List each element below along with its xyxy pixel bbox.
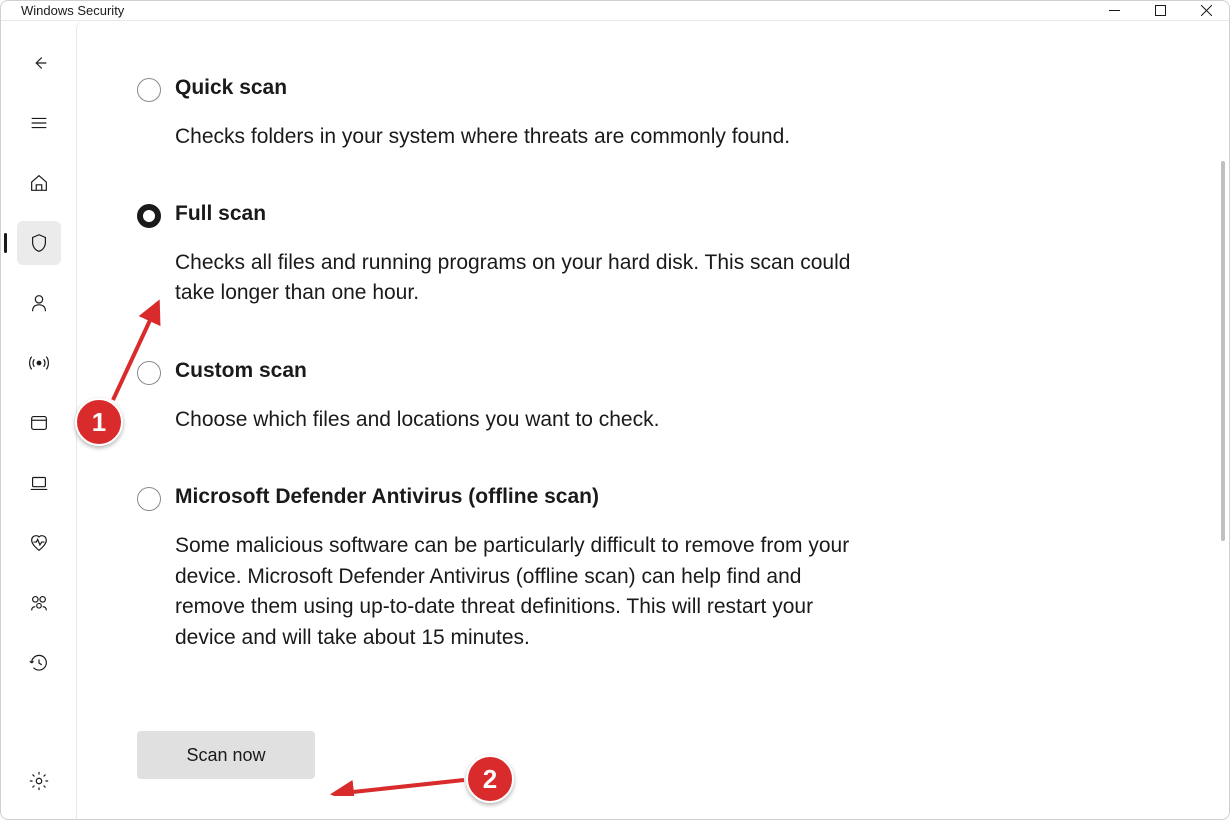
option-title: Quick scan	[175, 76, 867, 100]
scrollbar-thumb[interactable]	[1221, 161, 1225, 541]
sidebar-device-performance[interactable]	[17, 521, 61, 565]
sidebar-settings[interactable]	[17, 759, 61, 803]
option-desc: Choose which files and locations you wan…	[175, 405, 867, 435]
sidebar-family-options[interactable]	[17, 581, 61, 625]
sidebar-menu-button[interactable]	[17, 101, 61, 145]
arrow-left-icon	[28, 52, 50, 74]
sidebar	[1, 21, 76, 820]
home-icon	[28, 172, 50, 194]
maximize-icon	[1155, 5, 1166, 16]
close-button[interactable]	[1183, 1, 1229, 20]
radio-quick-scan[interactable]	[137, 78, 161, 102]
option-title: Full scan	[175, 202, 867, 226]
option-desc: Checks all files and running programs on…	[175, 248, 867, 309]
gear-icon	[28, 770, 50, 792]
person-icon	[28, 292, 50, 314]
hamburger-icon	[28, 112, 50, 134]
scrollbar[interactable]	[1221, 121, 1227, 720]
sidebar-device-security[interactable]	[17, 461, 61, 505]
scan-option-custom[interactable]: Custom scan Choose which files and locat…	[137, 359, 867, 435]
shield-icon	[28, 232, 50, 254]
close-icon	[1201, 5, 1212, 16]
scan-now-button[interactable]: Scan now	[137, 731, 315, 779]
maximize-button[interactable]	[1137, 1, 1183, 20]
sidebar-app-browser[interactable]	[17, 401, 61, 445]
sidebar-protection-history[interactable]	[17, 641, 61, 685]
option-title: Microsoft Defender Antivirus (offline sc…	[175, 485, 867, 509]
minimize-icon	[1109, 5, 1120, 16]
option-desc: Some malicious software can be particula…	[175, 531, 867, 653]
sidebar-account-protection[interactable]	[17, 281, 61, 325]
sidebar-firewall[interactable]	[17, 341, 61, 385]
broadcast-icon	[28, 352, 50, 374]
title-bar: Windows Security	[1, 1, 1229, 21]
app-window-icon	[28, 412, 50, 434]
scan-option-offline[interactable]: Microsoft Defender Antivirus (offline sc…	[137, 485, 867, 653]
heart-pulse-icon	[28, 532, 50, 554]
option-title: Custom scan	[175, 359, 867, 383]
sidebar-home[interactable]	[17, 161, 61, 205]
option-desc: Checks folders in your system where thre…	[175, 122, 867, 152]
content-area: Quick scan Checks folders in your system…	[76, 21, 1229, 820]
window-controls	[1091, 1, 1229, 20]
radio-custom-scan[interactable]	[137, 361, 161, 385]
scan-option-quick[interactable]: Quick scan Checks folders in your system…	[137, 76, 867, 152]
scan-options: Quick scan Checks folders in your system…	[137, 76, 867, 780]
sidebar-virus-protection[interactable]	[17, 221, 61, 265]
radio-full-scan[interactable]	[137, 204, 161, 228]
window-title: Windows Security	[21, 3, 124, 18]
laptop-icon	[28, 472, 50, 494]
radio-offline-scan[interactable]	[137, 487, 161, 511]
family-icon	[28, 592, 50, 614]
sidebar-back-button[interactable]	[17, 41, 61, 85]
minimize-button[interactable]	[1091, 1, 1137, 20]
history-icon	[28, 652, 50, 674]
scan-option-full[interactable]: Full scan Checks all files and running p…	[137, 202, 867, 309]
